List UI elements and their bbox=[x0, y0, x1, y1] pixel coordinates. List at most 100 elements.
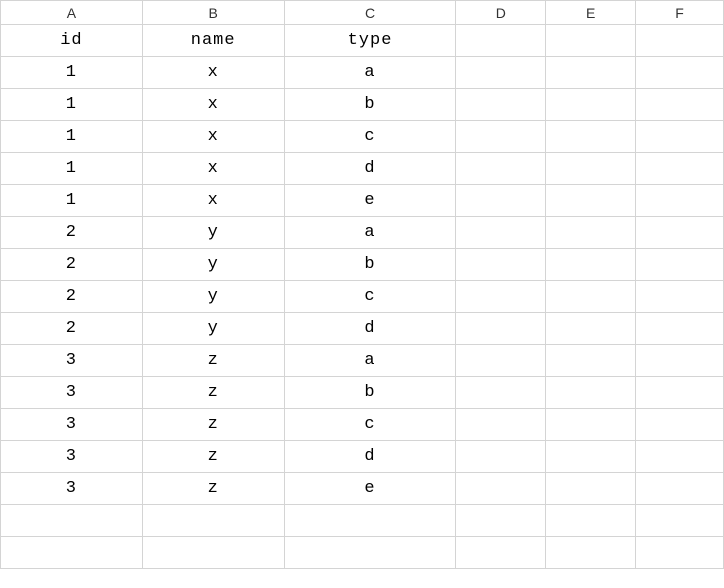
cell-b13[interactable]: z bbox=[142, 409, 284, 441]
cell-e13[interactable] bbox=[546, 409, 636, 441]
cell-d8[interactable] bbox=[456, 249, 546, 281]
cell-e15[interactable] bbox=[546, 473, 636, 505]
cell-a9[interactable]: 2 bbox=[1, 281, 143, 313]
cell-a11[interactable]: 3 bbox=[1, 345, 143, 377]
cell-b17[interactable] bbox=[142, 537, 284, 569]
cell-f5[interactable] bbox=[636, 153, 724, 185]
column-header-a[interactable]: A bbox=[1, 1, 143, 25]
cell-e6[interactable] bbox=[546, 185, 636, 217]
cell-d16[interactable] bbox=[456, 505, 546, 537]
cell-b8[interactable]: y bbox=[142, 249, 284, 281]
cell-b6[interactable]: x bbox=[142, 185, 284, 217]
cell-a6[interactable]: 1 bbox=[1, 185, 143, 217]
cell-b16[interactable] bbox=[142, 505, 284, 537]
cell-a16[interactable] bbox=[1, 505, 143, 537]
cell-f8[interactable] bbox=[636, 249, 724, 281]
cell-b12[interactable]: z bbox=[142, 377, 284, 409]
cell-b14[interactable]: z bbox=[142, 441, 284, 473]
cell-e8[interactable] bbox=[546, 249, 636, 281]
cell-b15[interactable]: z bbox=[142, 473, 284, 505]
column-header-b[interactable]: B bbox=[142, 1, 284, 25]
cell-c6[interactable]: e bbox=[284, 185, 456, 217]
cell-c16[interactable] bbox=[284, 505, 456, 537]
cell-e11[interactable] bbox=[546, 345, 636, 377]
cell-c8[interactable]: b bbox=[284, 249, 456, 281]
cell-a15[interactable]: 3 bbox=[1, 473, 143, 505]
cell-d1[interactable] bbox=[456, 25, 546, 57]
cell-f7[interactable] bbox=[636, 217, 724, 249]
cell-a17[interactable] bbox=[1, 537, 143, 569]
cell-e14[interactable] bbox=[546, 441, 636, 473]
cell-f15[interactable] bbox=[636, 473, 724, 505]
cell-d11[interactable] bbox=[456, 345, 546, 377]
cell-b10[interactable]: y bbox=[142, 313, 284, 345]
cell-f9[interactable] bbox=[636, 281, 724, 313]
cell-d15[interactable] bbox=[456, 473, 546, 505]
cell-e4[interactable] bbox=[546, 121, 636, 153]
cell-d3[interactable] bbox=[456, 89, 546, 121]
cell-b11[interactable]: z bbox=[142, 345, 284, 377]
column-header-d[interactable]: D bbox=[456, 1, 546, 25]
cell-a8[interactable]: 2 bbox=[1, 249, 143, 281]
column-header-f[interactable]: F bbox=[636, 1, 724, 25]
cell-f6[interactable] bbox=[636, 185, 724, 217]
cell-c15[interactable]: e bbox=[284, 473, 456, 505]
cell-e7[interactable] bbox=[546, 217, 636, 249]
cell-b4[interactable]: x bbox=[142, 121, 284, 153]
cell-f4[interactable] bbox=[636, 121, 724, 153]
cell-d12[interactable] bbox=[456, 377, 546, 409]
cell-d6[interactable] bbox=[456, 185, 546, 217]
cell-f12[interactable] bbox=[636, 377, 724, 409]
cell-e12[interactable] bbox=[546, 377, 636, 409]
cell-d9[interactable] bbox=[456, 281, 546, 313]
cell-c3[interactable]: b bbox=[284, 89, 456, 121]
cell-e10[interactable] bbox=[546, 313, 636, 345]
cell-f3[interactable] bbox=[636, 89, 724, 121]
cell-d7[interactable] bbox=[456, 217, 546, 249]
cell-b1[interactable]: name bbox=[142, 25, 284, 57]
cell-a10[interactable]: 2 bbox=[1, 313, 143, 345]
cell-f16[interactable] bbox=[636, 505, 724, 537]
cell-a1[interactable]: id bbox=[1, 25, 143, 57]
cell-c7[interactable]: a bbox=[284, 217, 456, 249]
cell-e16[interactable] bbox=[546, 505, 636, 537]
cell-c10[interactable]: d bbox=[284, 313, 456, 345]
cell-c5[interactable]: d bbox=[284, 153, 456, 185]
cell-d10[interactable] bbox=[456, 313, 546, 345]
cell-c11[interactable]: a bbox=[284, 345, 456, 377]
cell-e3[interactable] bbox=[546, 89, 636, 121]
cell-c13[interactable]: c bbox=[284, 409, 456, 441]
cell-b9[interactable]: y bbox=[142, 281, 284, 313]
cell-c4[interactable]: c bbox=[284, 121, 456, 153]
cell-d14[interactable] bbox=[456, 441, 546, 473]
cell-f14[interactable] bbox=[636, 441, 724, 473]
cell-e2[interactable] bbox=[546, 57, 636, 89]
cell-f2[interactable] bbox=[636, 57, 724, 89]
cell-a14[interactable]: 3 bbox=[1, 441, 143, 473]
cell-e17[interactable] bbox=[546, 537, 636, 569]
cell-c17[interactable] bbox=[284, 537, 456, 569]
cell-c12[interactable]: b bbox=[284, 377, 456, 409]
column-header-c[interactable]: C bbox=[284, 1, 456, 25]
cell-b2[interactable]: x bbox=[142, 57, 284, 89]
cell-f17[interactable] bbox=[636, 537, 724, 569]
cell-e5[interactable] bbox=[546, 153, 636, 185]
cell-b5[interactable]: x bbox=[142, 153, 284, 185]
cell-c1[interactable]: type bbox=[284, 25, 456, 57]
cell-d13[interactable] bbox=[456, 409, 546, 441]
cell-a3[interactable]: 1 bbox=[1, 89, 143, 121]
cell-a12[interactable]: 3 bbox=[1, 377, 143, 409]
cell-c9[interactable]: c bbox=[284, 281, 456, 313]
cell-c2[interactable]: a bbox=[284, 57, 456, 89]
cell-b3[interactable]: x bbox=[142, 89, 284, 121]
cell-d4[interactable] bbox=[456, 121, 546, 153]
column-header-e[interactable]: E bbox=[546, 1, 636, 25]
cell-e1[interactable] bbox=[546, 25, 636, 57]
cell-d5[interactable] bbox=[456, 153, 546, 185]
cell-f13[interactable] bbox=[636, 409, 724, 441]
cell-d2[interactable] bbox=[456, 57, 546, 89]
cell-d17[interactable] bbox=[456, 537, 546, 569]
cell-f10[interactable] bbox=[636, 313, 724, 345]
cell-c14[interactable]: d bbox=[284, 441, 456, 473]
cell-a4[interactable]: 1 bbox=[1, 121, 143, 153]
